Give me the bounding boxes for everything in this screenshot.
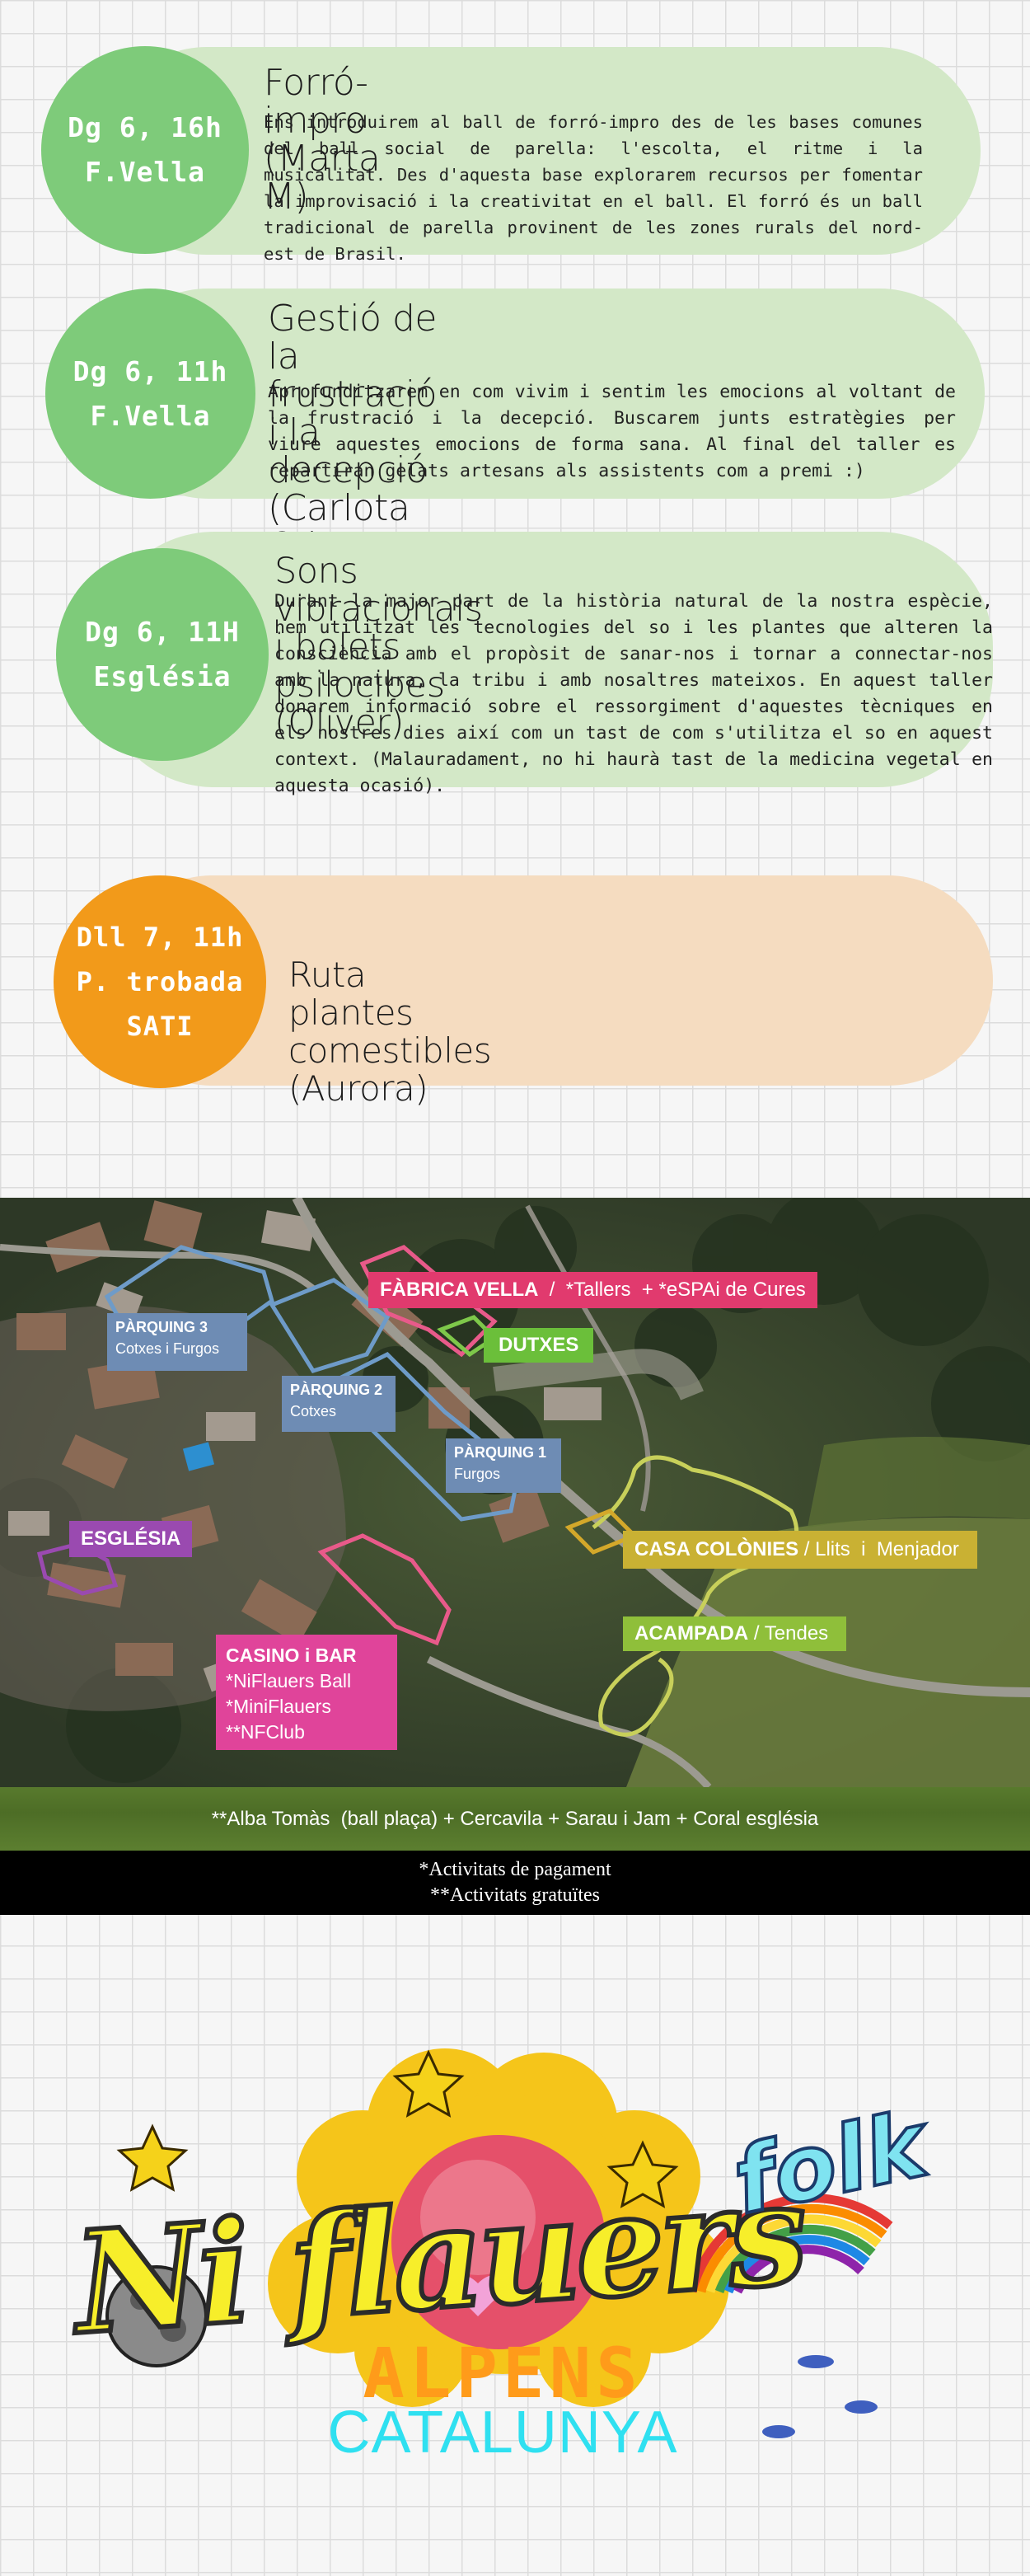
venue-map: FÀBRICA VELLA / *Tallers + *eSPAi de Cur… <box>0 1198 1030 1787</box>
activities-banner: **Alba Tomàs (ball plaça) + Cercavila + … <box>0 1787 1030 1851</box>
label-line: *MiniFlauers <box>226 1696 331 1717</box>
label-detail: Furgos <box>454 1466 501 1482</box>
legend-paid: *Activitats de pagament <box>419 1859 611 1880</box>
label-detail: / *Tallers + *eSPAi de Cures <box>538 1279 806 1301</box>
legend-free: **Activitats gratuïtes <box>430 1884 600 1906</box>
label-title: PÀRQUING 3 <box>115 1319 208 1335</box>
time-place-badge: Dg 6, 11H Església <box>56 548 269 761</box>
label-casino-bar: CASINO i BAR *NiFlauers Ball *MiniFlauer… <box>216 1635 397 1750</box>
legend-bar: *Activitats de pagament **Activitats gra… <box>0 1851 1030 1915</box>
activities-text: **Alba Tomàs (ball plaça) + Cercavila + … <box>211 1807 819 1830</box>
time-place-badge: Dg 6, 11h F.Vella <box>45 289 255 499</box>
label-title: CASA COLÒNIES <box>634 1538 799 1560</box>
badge-line: F.Vella <box>84 156 206 188</box>
label-acampada: ACAMPADA / Tendes <box>623 1616 847 1651</box>
time-place-badge: Dg 6, 16h F.Vella <box>41 46 249 254</box>
label-detail: Cotxes <box>290 1403 337 1419</box>
title-line: Ruta plantes comestibles (Aurora) <box>288 955 492 1109</box>
workshop-description: Durant la major part de la història natu… <box>274 591 993 796</box>
badge-line: Església <box>93 660 232 692</box>
workshop-title: Ruta plantes comestibles (Aurora) <box>288 955 492 1109</box>
label-dutxes: DUTXES <box>484 1328 594 1363</box>
time-place-badge: Dll 7, 11h P. trobada SATI <box>54 875 266 1088</box>
badge-line: SATI <box>126 1011 194 1042</box>
label-line: **NFClub <box>226 1721 305 1743</box>
label-line: *NiFlauers Ball <box>226 1670 352 1692</box>
logo-catalunya: CATALUNYA <box>327 2400 678 2466</box>
niflauers-logo: Ni flauers folk ALPENS CATALUNYA <box>66 2036 972 2466</box>
badge-line: P. trobada <box>76 966 244 997</box>
label-detail: / Llits i Menjador <box>798 1538 959 1560</box>
label-title: PÀRQUING 1 <box>454 1444 547 1461</box>
label-title: CASINO i BAR <box>226 1645 357 1666</box>
label-fabrica-vella: FÀBRICA VELLA / *Tallers + *eSPAi de Cur… <box>368 1272 817 1308</box>
label-detail: / Tendes <box>748 1622 829 1645</box>
label-esglesia: ESGLÉSIA <box>69 1521 193 1557</box>
badge-line: F.Vella <box>90 399 211 432</box>
badge-line: Dll 7, 11h <box>76 922 244 953</box>
label-parquing-1: PÀRQUING 1 Furgos <box>446 1438 561 1493</box>
workshop-description: Aprofunditzarem en com vivim i sentim le… <box>268 382 956 481</box>
label-title: ACAMPADA <box>634 1622 749 1645</box>
label-title: PÀRQUING 2 <box>290 1382 383 1398</box>
workshop-description: Ens introduirem al ball de forró-impro d… <box>264 112 923 264</box>
badge-line: Dg 6, 16h <box>68 111 222 143</box>
badge-line: Dg 6, 11h <box>73 354 228 387</box>
label-parquing-3: PÀRQUING 3 Cotxes i Furgos <box>107 1313 247 1371</box>
label-casa-colonies: CASA COLÒNIES / Llits i Menjador <box>623 1531 977 1569</box>
badge-line: Dg 6, 11H <box>85 616 240 648</box>
label-detail: Cotxes i Furgos <box>115 1340 220 1357</box>
label-parquing-2: PÀRQUING 2 Cotxes <box>282 1376 396 1432</box>
label-title: FÀBRICA VELLA <box>380 1279 539 1301</box>
